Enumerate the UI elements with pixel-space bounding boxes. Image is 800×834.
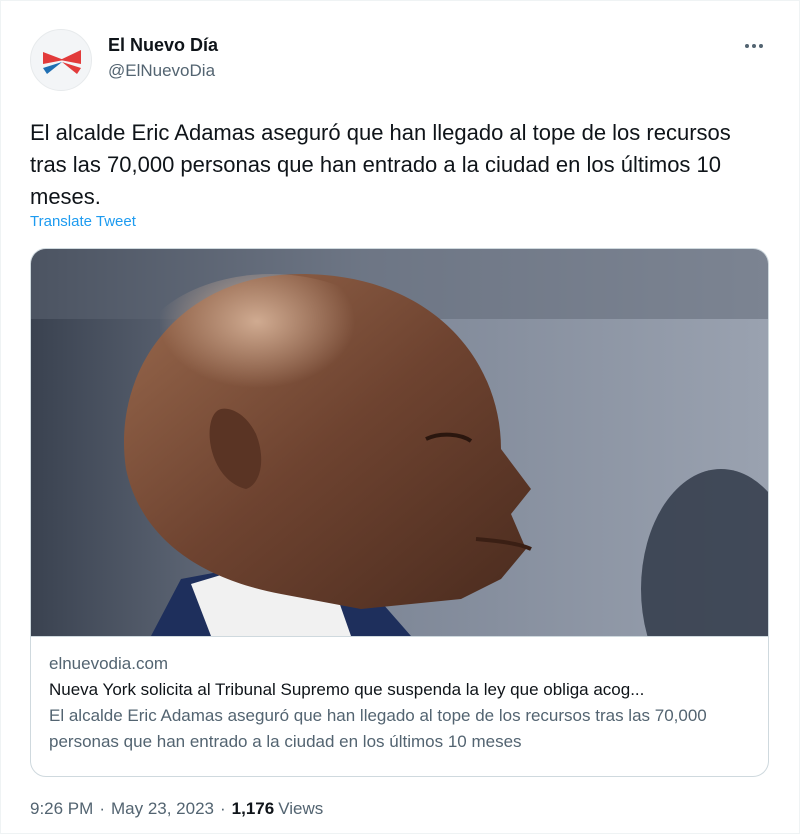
author-name[interactable]: El Nuevo Día	[108, 35, 218, 56]
more-options-button[interactable]	[739, 31, 769, 61]
author-handle[interactable]: @ElNuevoDia	[108, 61, 215, 81]
tweet-time[interactable]: 9:26 PM	[30, 799, 93, 819]
views-label: Views	[278, 799, 324, 818]
card-body: elnuevodia.com Nueva York solicita al Tr…	[31, 637, 768, 755]
tweet-date[interactable]: May 23, 2023	[111, 799, 214, 819]
link-card[interactable]: elnuevodia.com Nueva York solicita al Tr…	[30, 248, 769, 777]
card-domain: elnuevodia.com	[49, 654, 169, 673]
meta-separator: ·	[220, 799, 226, 818]
tweet-meta: 9:26 PM · May 23, 2023 · 1,176 Views	[30, 799, 323, 819]
card-description: El alcalde Eric Adamas aseguró que han l…	[49, 706, 707, 751]
card-image	[31, 249, 768, 637]
more-dots-icon	[745, 44, 749, 48]
views-count: 1,176	[231, 799, 275, 818]
tweet-text: El alcalde Eric Adamas aseguró que han l…	[30, 120, 731, 209]
card-title: Nueva York solicita al Tribunal Supremo …	[49, 680, 645, 699]
translate-tweet-link[interactable]: Translate Tweet	[30, 213, 136, 230]
meta-separator: ·	[99, 799, 105, 818]
el-nuevo-dia-logo-icon	[43, 50, 81, 74]
tweet: El Nuevo Día @ElNuevoDia El alcalde Eric…	[0, 0, 800, 834]
avatar[interactable]	[30, 29, 92, 91]
